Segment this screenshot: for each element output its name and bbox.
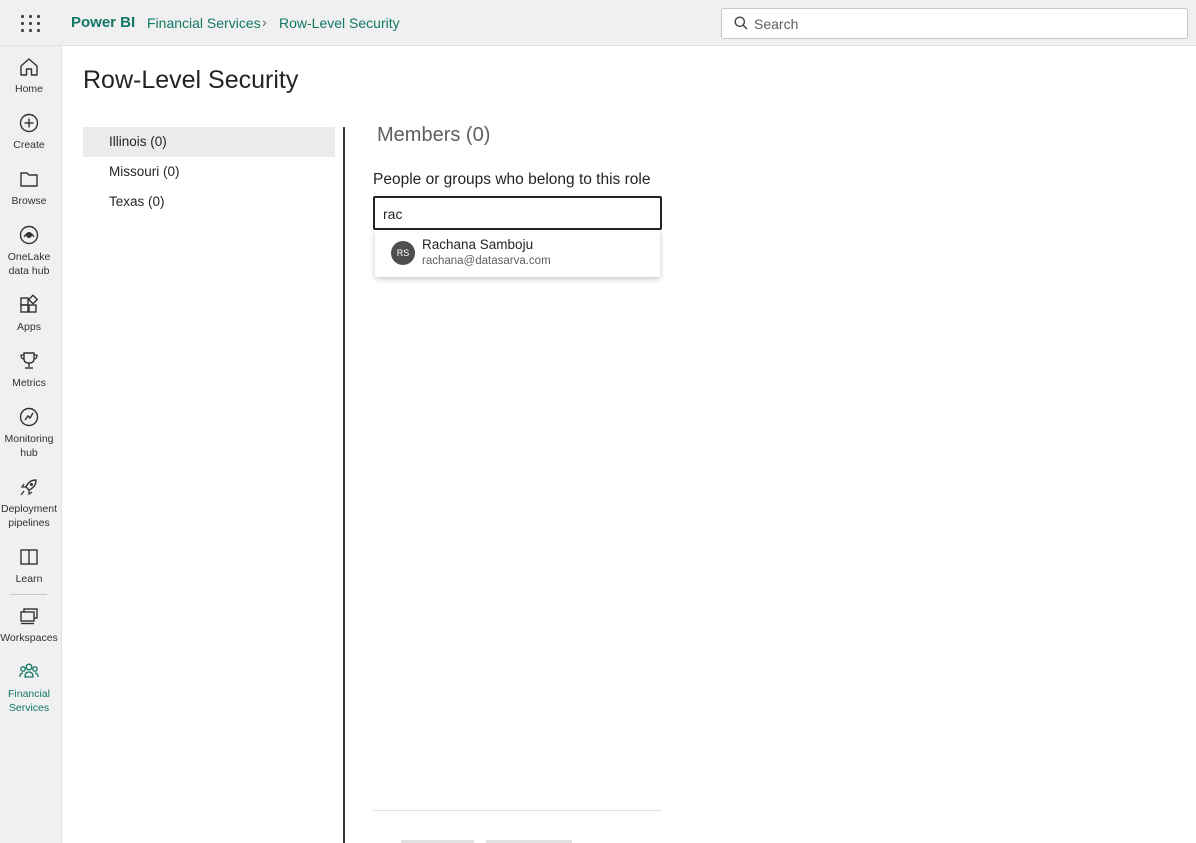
- breadcrumb-current[interactable]: Row-Level Security: [279, 15, 400, 31]
- nav-workspaces[interactable]: Workspaces: [0, 605, 58, 645]
- nav-onelake-label: OneLake data hub: [7, 251, 51, 277]
- nav-apps-label: Apps: [17, 321, 41, 333]
- role-item-texas[interactable]: Texas (0): [83, 187, 335, 217]
- search-input[interactable]: [754, 14, 1174, 34]
- members-field-label: People or groups who belong to this role: [373, 171, 651, 188]
- brand-link[interactable]: Power BI: [71, 14, 135, 31]
- nav-deployment-label: Deployment pipelines: [0, 503, 58, 529]
- footer-divider: [373, 810, 662, 811]
- home-icon: [20, 58, 38, 76]
- nav-home[interactable]: Home: [0, 56, 58, 96]
- members-title: Members (0): [377, 124, 491, 146]
- role-item-missouri[interactable]: Missouri (0): [83, 157, 335, 187]
- chevron-right-icon: ›: [262, 14, 267, 30]
- search-box[interactable]: [721, 8, 1188, 39]
- nav-metrics[interactable]: Metrics: [0, 350, 58, 390]
- left-nav: Home Create Browse OneLake data hub Apps…: [0, 46, 62, 843]
- people-icon: [19, 663, 39, 678]
- app-launcher-icon[interactable]: [19, 13, 40, 33]
- breadcrumb-workspace[interactable]: Financial Services: [147, 15, 261, 31]
- nav-monitoring-label: Monitoring hub: [4, 433, 54, 459]
- nav-workspaces-label: Workspaces: [0, 632, 58, 644]
- nav-browse-label: Browse: [11, 195, 47, 207]
- nav-browse[interactable]: Browse: [0, 168, 58, 208]
- people-picker[interactable]: [373, 196, 662, 230]
- trophy-icon: [20, 352, 38, 369]
- nav-home-label: Home: [14, 83, 43, 95]
- roles-list: Illinois (0) Missouri (0) Texas (0): [83, 127, 335, 217]
- top-bar: Power BI Financial Services › Row-Level …: [0, 0, 1196, 46]
- suggestion-email: rachana@datasarva.com: [422, 255, 551, 267]
- nav-financial-services-label: Financial Services: [7, 688, 51, 714]
- book-icon: [20, 549, 38, 565]
- plus-circle-icon: [19, 113, 39, 133]
- workspaces-icon: [20, 608, 38, 625]
- monitor-icon: [19, 407, 39, 427]
- nav-monitoring[interactable]: Monitoring hub: [0, 406, 58, 460]
- rocket-icon: [20, 479, 37, 496]
- onelake-icon: [19, 225, 39, 245]
- search-icon: [734, 16, 748, 30]
- folder-icon: [20, 172, 38, 187]
- panel-divider: [343, 127, 345, 843]
- nav-deployment[interactable]: Deployment pipelines: [0, 476, 58, 530]
- role-item-illinois[interactable]: Illinois (0): [83, 127, 335, 157]
- nav-metrics-label: Metrics: [12, 377, 46, 389]
- apps-icon: [20, 294, 39, 313]
- nav-divider: [10, 594, 47, 595]
- nav-onelake[interactable]: OneLake data hub: [0, 224, 58, 278]
- suggestion-name: Rachana Samboju: [422, 237, 534, 252]
- nav-create-label: Create: [13, 139, 45, 151]
- nav-learn-label: Learn: [15, 573, 43, 585]
- people-suggestion[interactable]: RS Rachana Samboju rachana@datasarva.com: [375, 230, 660, 277]
- people-picker-input[interactable]: [383, 204, 653, 224]
- nav-learn[interactable]: Learn: [0, 546, 58, 586]
- avatar: RS: [391, 241, 415, 265]
- nav-create[interactable]: Create: [0, 112, 58, 152]
- nav-apps[interactable]: Apps: [0, 294, 58, 334]
- page-title: Row-Level Security: [83, 66, 299, 94]
- nav-financial-services[interactable]: Financial Services: [0, 661, 58, 715]
